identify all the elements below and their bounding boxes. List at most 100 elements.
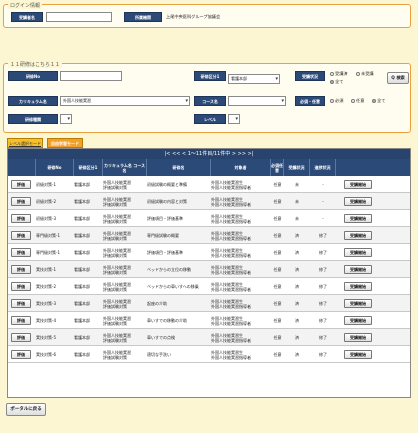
table-row: 評価 実技対策-2 看護本部 外国人技能実習 評価試験対策 ベッドからの車いすへの移乗 外国…	[8, 278, 410, 295]
subject-type-label: 研修種類	[8, 114, 58, 124]
curriculum-label: カリキュラム名	[8, 96, 58, 106]
eval-button[interactable]: 評価	[11, 231, 31, 240]
progress-cell: 修了	[319, 250, 327, 255]
course-select[interactable]	[228, 96, 286, 106]
start-course-button[interactable]: 受講開始	[344, 180, 372, 189]
required-cell: 任意	[273, 267, 282, 272]
header-eval	[8, 159, 36, 176]
category1-cell: 看護本部	[74, 250, 90, 255]
start-course-button[interactable]: 受講開始	[344, 299, 372, 308]
eval-button[interactable]: 評価	[11, 282, 31, 291]
eval-button[interactable]: 評価	[11, 180, 31, 189]
curriculum-select[interactable]: 外国人技能実習	[60, 96, 190, 106]
back-to-portal-button[interactable]: ポータルに戻る	[6, 403, 46, 416]
target-instructor: 外国人技能実習指導者	[211, 320, 251, 326]
tab-free-mode[interactable]: 自由学習モード	[47, 138, 83, 148]
start-course-button[interactable]: 受講開始	[344, 282, 372, 291]
start-course-button[interactable]: 受講開始	[344, 197, 372, 206]
status-radio-all[interactable]: 全て	[330, 77, 343, 87]
curriculum-cell: 外国人技能実習 評価試験対策	[103, 210, 147, 227]
eval-button[interactable]: 評価	[11, 265, 31, 274]
eval-button[interactable]: 評価	[11, 299, 31, 308]
start-course-button[interactable]: 受講開始	[344, 231, 372, 240]
required-cell: 任意	[273, 318, 282, 323]
required-cell: 任意	[273, 301, 282, 306]
curriculum-cell: 外国人技能実習 評価試験対策	[103, 193, 147, 210]
category1-label: 研修区分1	[194, 71, 226, 81]
progress-cell: 修了	[319, 267, 327, 272]
start-course-button[interactable]: 受講開始	[344, 214, 372, 223]
radio-selected-icon	[372, 99, 376, 103]
target-cell: 外国人技能実習生 外国人技能実習指導者	[211, 244, 271, 261]
table-row: 評価 実技対策-6 看護本部 外国人技能実習 評価試験対策 適切な手洗い 外国人技能実習生外…	[8, 346, 410, 363]
subject-no-input[interactable]	[60, 71, 122, 81]
course-name: 評価試験対策	[103, 184, 127, 190]
subject-type-select[interactable]	[60, 114, 72, 124]
table-row: 評価 初級対策-3 看護本部 外国人技能実習 評価試験対策 評価項目・評価基準 外国人技能実…	[8, 210, 410, 227]
target-cell: 外国人技能実習生 外国人技能実習指導者	[211, 295, 271, 312]
course-name: 評価試験対策	[103, 320, 127, 326]
required-radio-required[interactable]: 必須	[330, 96, 343, 106]
curriculum-cell: 外国人技能実習 評価試験対策	[103, 329, 147, 346]
start-course-button[interactable]: 受講開始	[344, 316, 372, 325]
eval-button[interactable]: 評価	[11, 333, 31, 342]
table-row: 評価 実技対策-5 看護本部 外国人技能実習 評価試験対策 車いすでの点検 外国人技能実習生…	[8, 329, 410, 346]
eval-button[interactable]: 評価	[11, 214, 31, 223]
required-cell: 任意	[273, 216, 282, 221]
header-required: 必須任意	[271, 159, 284, 176]
status-cell: 済	[295, 335, 299, 340]
pager[interactable]: |< << < 1～11件目/11件中 > >> >|	[8, 149, 410, 159]
required-cell: 任意	[273, 284, 282, 289]
start-course-button[interactable]: 受講開始	[344, 265, 372, 274]
start-course-button[interactable]: 受講開始	[344, 248, 372, 257]
search-button[interactable]: Q 検索	[387, 72, 409, 84]
status-cell: 未	[295, 216, 299, 221]
eval-button[interactable]: 評価	[11, 350, 31, 359]
status-cell: 未	[295, 199, 299, 204]
target-instructor: 外国人技能実習指導者	[211, 218, 251, 224]
eval-button[interactable]: 評価	[11, 197, 31, 206]
subject-name-cell: 評価項目・評価基準	[147, 250, 183, 255]
eval-button[interactable]: 評価	[11, 316, 31, 325]
start-course-button[interactable]: 受講開始	[344, 333, 372, 342]
subject-name-cell: 初級試験の内容と対策	[147, 199, 187, 204]
header-category1: 研修区分1	[74, 159, 103, 176]
category1-cell: 看護本部	[74, 284, 90, 289]
table-row: 評価 実技対策-4 看護本部 外国人技能実習 評価試験対策 車いすでの移動の介助 外国人技能…	[8, 312, 410, 329]
course-name: 評価試験対策	[103, 218, 127, 224]
course-name: 評価試験対策	[103, 337, 127, 343]
org-value: 上尾中央医科グループ協議会	[166, 14, 221, 19]
required-cell: 任意	[273, 199, 282, 204]
target-cell: 外国人技能実習生 外国人技能実習指導者	[211, 312, 271, 329]
subject-name-cell: 評価項目・評価基準	[147, 216, 183, 221]
subject-no-cell: 初級対策-3	[36, 216, 56, 221]
course-name: 評価試験対策	[103, 235, 127, 241]
results-table: |< << < 1～11件目/11件中 > >> >| 研修No 研修区分1 カ…	[7, 148, 411, 398]
progress-cell: 修了	[319, 318, 327, 323]
status-radio-not-taken[interactable]: 未受講	[356, 69, 374, 79]
eval-button[interactable]: 評価	[11, 248, 31, 257]
level-select[interactable]	[228, 114, 240, 124]
target-instructor: 外国人技能実習指導者	[211, 235, 251, 241]
curriculum-cell: 外国人技能実習 評価試験対策	[103, 312, 147, 329]
subject-no-cell: 専門級対策-1	[36, 233, 60, 238]
required-cell: 任意	[273, 250, 282, 255]
start-course-button[interactable]: 受講開始	[344, 350, 372, 359]
header-subject-name: 研修名	[147, 159, 211, 176]
status-cell: 済	[295, 233, 299, 238]
required-radio-optional[interactable]: 任意	[351, 96, 364, 106]
category1-select[interactable]: 看護本部	[228, 74, 280, 84]
curriculum-cell: 外国人技能実習 評価試験対策	[103, 295, 147, 312]
progress-cell: 修了	[319, 233, 327, 238]
subject-no-cell: 実技対策-3	[36, 301, 56, 306]
curriculum-cell: 外国人技能実習 評価試験対策	[103, 176, 147, 193]
tab-level-mode[interactable]: レベル選択モード	[7, 138, 43, 148]
login-info-panel: ログイン情報 受講者名 所属機関 上尾中央医科グループ協議会	[3, 2, 411, 28]
progress-cell: -	[322, 199, 324, 204]
required-radio-all[interactable]: 全て	[372, 96, 385, 106]
category1-cell: 看護本部	[74, 335, 90, 340]
status-cell: 済	[295, 250, 299, 255]
required-cell: 任意	[273, 352, 282, 357]
user-name-field[interactable]	[46, 12, 112, 22]
status-cell: 済	[295, 352, 299, 357]
